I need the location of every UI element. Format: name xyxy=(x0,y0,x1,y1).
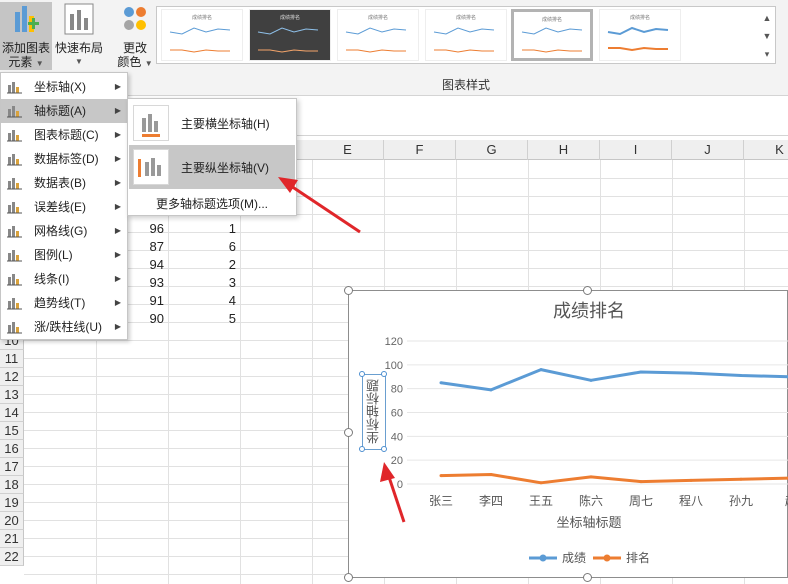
arrow-head-icon xyxy=(278,177,298,193)
arrow-head-icon xyxy=(380,462,395,482)
annotation-arrows xyxy=(278,177,406,523)
